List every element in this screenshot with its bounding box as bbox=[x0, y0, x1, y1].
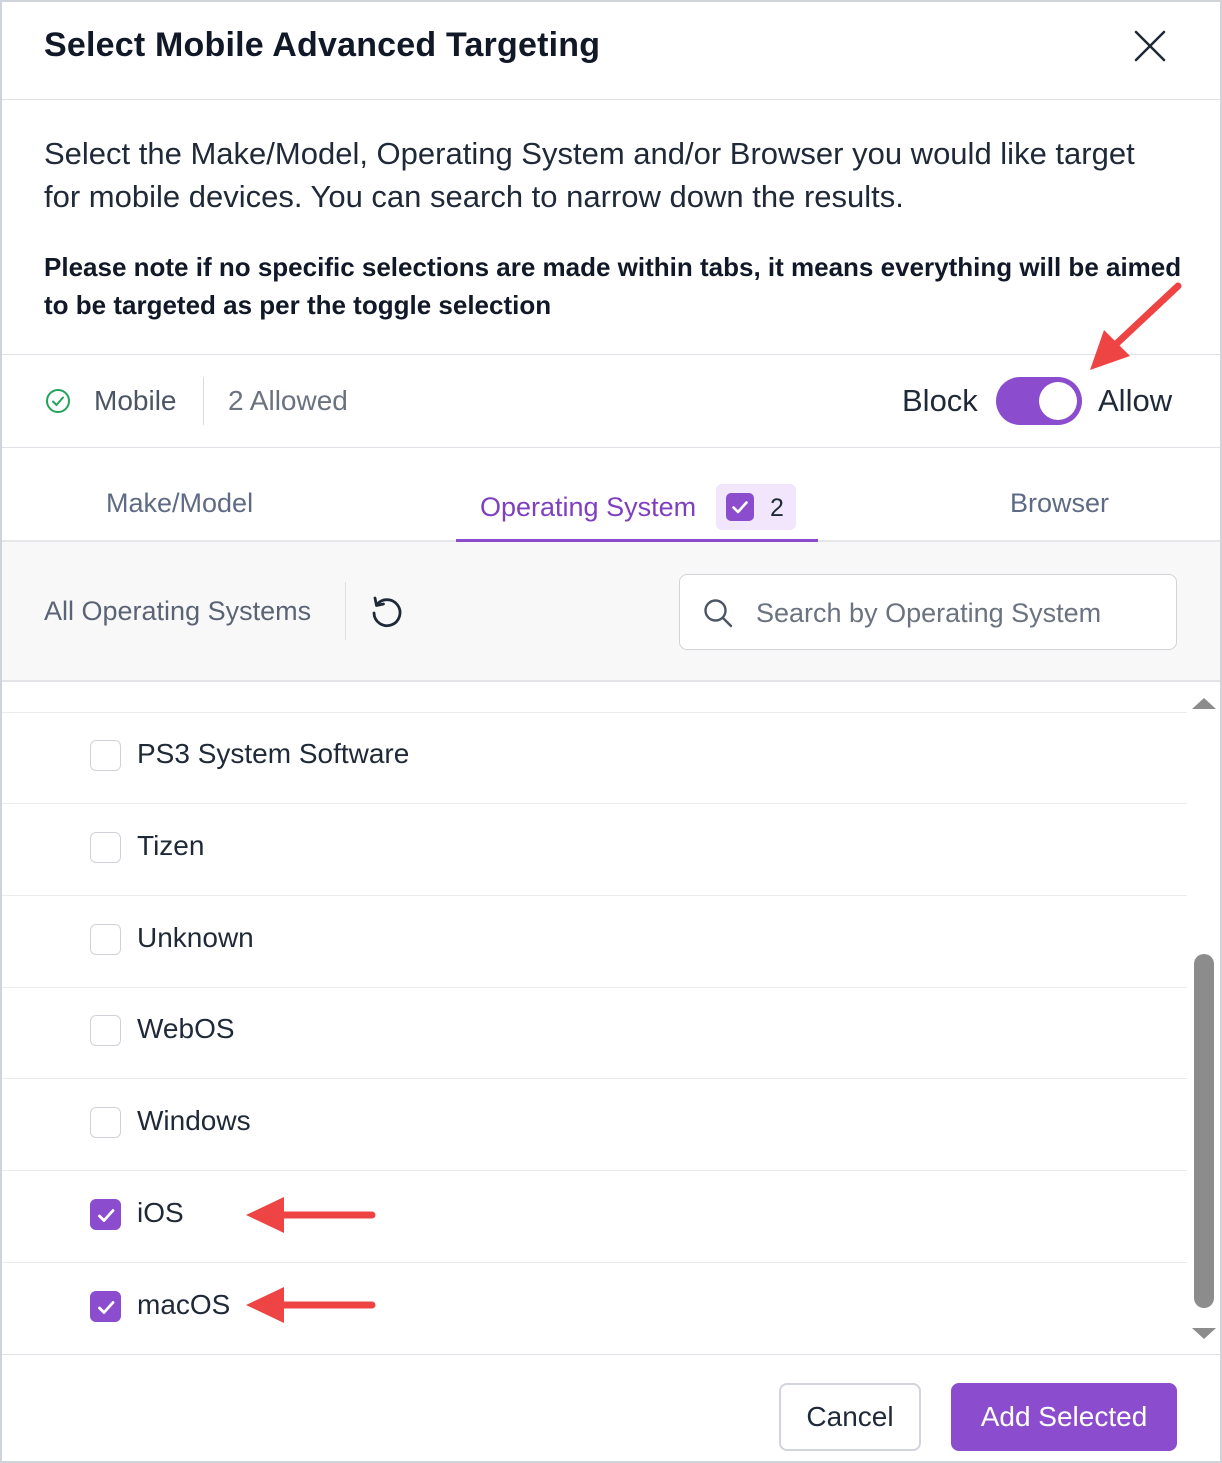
divider bbox=[203, 377, 204, 425]
list-item-macos[interactable]: macOS bbox=[2, 1263, 1187, 1354]
modal-footer: Cancel Add Selected bbox=[2, 1354, 1220, 1461]
search-icon bbox=[704, 599, 733, 628]
list-item-ios[interactable]: iOS bbox=[2, 1171, 1187, 1263]
selection-badge: 2 bbox=[716, 484, 796, 530]
list-item-label: Unknown bbox=[137, 922, 254, 953]
modal-title: Select Mobile Advanced Targeting bbox=[44, 26, 601, 64]
scroll-down-icon[interactable] bbox=[1191, 1325, 1217, 1343]
list-item-label: Windows bbox=[137, 1105, 251, 1136]
list-item-label: iOS bbox=[137, 1197, 184, 1228]
list-toolbar: All Operating Systems bbox=[2, 542, 1220, 682]
reset-button[interactable] bbox=[366, 592, 408, 634]
checkbox[interactable] bbox=[90, 1015, 121, 1046]
checkbox[interactable] bbox=[90, 832, 121, 863]
os-list: PS3 System Software Tizen Unknown WebOS … bbox=[2, 684, 1187, 1354]
checkbox-check-icon bbox=[726, 493, 754, 521]
list-item-unknown[interactable]: Unknown bbox=[2, 896, 1187, 988]
block-label: Block bbox=[902, 383, 978, 418]
check-circle-icon bbox=[46, 389, 70, 413]
list-item-windows[interactable]: Windows bbox=[2, 1079, 1187, 1171]
divider bbox=[345, 582, 346, 640]
cancel-button[interactable]: Cancel bbox=[779, 1383, 921, 1451]
scrollbar-thumb[interactable] bbox=[1194, 954, 1214, 1308]
tab-browser[interactable]: Browser bbox=[1010, 488, 1109, 519]
allow-label: Allow bbox=[1098, 383, 1173, 418]
add-selected-button[interactable]: Add Selected bbox=[951, 1383, 1177, 1451]
modal-header: Select Mobile Advanced Targeting bbox=[2, 2, 1220, 100]
checkbox-check-icon bbox=[98, 1209, 115, 1222]
close-icon bbox=[1134, 30, 1166, 62]
device-label: Mobile bbox=[94, 385, 177, 416]
selection-count: 2 bbox=[770, 494, 784, 522]
all-operating-systems-label: All Operating Systems bbox=[44, 596, 312, 626]
checkbox[interactable] bbox=[90, 1107, 121, 1138]
list-item-ps3-system-software[interactable]: PS3 System Software bbox=[2, 712, 1187, 804]
list-item-label: Tizen bbox=[137, 830, 205, 861]
list-item-label: PS3 System Software bbox=[137, 738, 410, 769]
checkbox[interactable] bbox=[90, 924, 121, 955]
search-box[interactable] bbox=[679, 574, 1177, 650]
block-allow-toggle[interactable] bbox=[996, 377, 1082, 425]
checkbox-check-icon bbox=[98, 1301, 115, 1314]
list-item-label: WebOS bbox=[137, 1013, 235, 1044]
checkbox[interactable] bbox=[90, 740, 121, 771]
list-item-label: macOS bbox=[137, 1289, 231, 1320]
checkbox-checked[interactable] bbox=[90, 1291, 121, 1322]
tab-bar: Make/Model Operating System 2 Browser bbox=[2, 448, 1220, 542]
tab-operating-system-label: Operating System bbox=[480, 492, 697, 522]
reset-icon bbox=[372, 596, 402, 628]
checkbox-checked[interactable] bbox=[90, 1199, 121, 1230]
search-input[interactable] bbox=[756, 593, 1156, 633]
targeting-modal: Select Mobile Advanced Targeting Select … bbox=[0, 0, 1222, 1463]
list-item-webos[interactable]: WebOS bbox=[2, 987, 1187, 1079]
tab-operating-system[interactable]: Operating System 2 bbox=[456, 484, 818, 542]
scroll-up-icon[interactable] bbox=[1191, 694, 1217, 712]
list-item-tizen[interactable]: Tizen bbox=[2, 804, 1187, 896]
modal-description: Select the Make/Model, Operating System … bbox=[44, 136, 1135, 214]
toggle-knob bbox=[1039, 382, 1077, 420]
tab-make-model[interactable]: Make/Model bbox=[106, 488, 253, 519]
status-bar: Mobile 2 Allowed Block Allow bbox=[2, 354, 1220, 448]
allowed-count: 2 Allowed bbox=[228, 385, 348, 416]
close-button[interactable] bbox=[1130, 26, 1170, 66]
modal-note: Please note if no specific selections ar… bbox=[44, 252, 1182, 320]
